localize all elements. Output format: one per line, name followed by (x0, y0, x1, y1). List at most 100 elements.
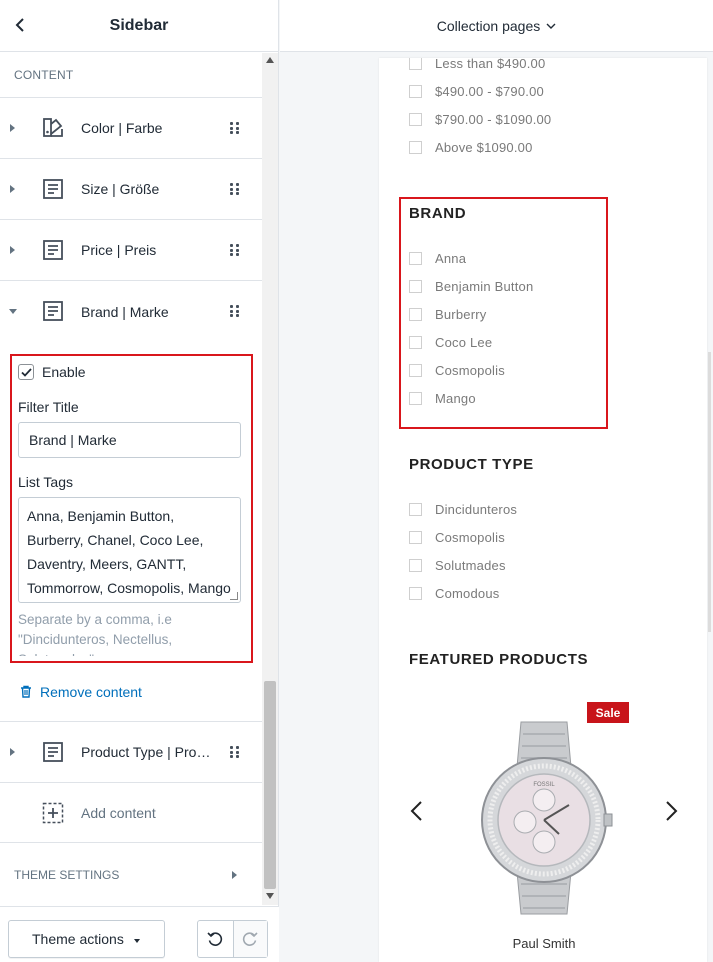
filter-checkbox[interactable] (409, 392, 422, 405)
theme-editor: Sidebar CONTENT Color | Farbe Size | Grö… (0, 0, 713, 962)
carousel-prev-arrow-icon[interactable] (409, 800, 423, 822)
filter-checkbox[interactable] (409, 587, 422, 600)
filter-option-price-3[interactable]: Above $1090.00 (409, 140, 533, 155)
sidebar-panel: Sidebar CONTENT Color | Farbe Size | Grö… (0, 0, 279, 962)
filter-option-type-1[interactable]: Cosmopolis (409, 530, 505, 545)
brand-filter-heading: BRAND (409, 205, 467, 222)
drag-handle-icon[interactable] (230, 122, 240, 134)
filter-option-brand-3[interactable]: Coco Lee (409, 335, 492, 350)
drag-handle-icon[interactable] (230, 746, 240, 758)
filter-option-price-0[interactable]: Less than $490.00 (409, 58, 545, 71)
content-section-label: CONTENT (0, 53, 262, 98)
filter-checkbox[interactable] (409, 141, 422, 154)
drag-handle-icon[interactable] (230, 183, 240, 195)
add-content-button[interactable]: Add content (0, 783, 262, 843)
drag-handle-icon[interactable] (230, 244, 240, 256)
filter-option-type-0[interactable]: Dincidunteros (409, 502, 517, 517)
back-button[interactable] (8, 12, 32, 38)
watch-dial-text: FOSSIL (533, 782, 555, 788)
undo-redo-group (197, 920, 268, 958)
filter-option-type-2[interactable]: Solutmades (409, 558, 506, 573)
featured-products-heading: FEATURED PRODUCTS (409, 651, 589, 668)
filter-checkbox[interactable] (409, 308, 422, 321)
scroll-up-arrow-icon[interactable] (266, 57, 274, 63)
filter-option-price-2[interactable]: $790.00 - $1090.00 (409, 112, 551, 127)
list-tags-help-text: Separate by a comma, i.e "Dincidunteros,… (18, 612, 173, 656)
sidebar-header: Sidebar (0, 0, 278, 52)
filter-checkbox[interactable] (409, 531, 422, 544)
list-tags-textarea[interactable]: Anna, Benjamin Button, Burberry, Chanel,… (18, 497, 241, 603)
sidebar-title: Sidebar (109, 16, 169, 34)
enable-checkbox-row[interactable]: Enable (18, 364, 86, 380)
product-type-filter-heading: PRODUCT TYPE (409, 456, 534, 473)
enable-checkbox[interactable] (18, 364, 34, 380)
filter-option-brand-2[interactable]: Burberry (409, 307, 486, 322)
page-selector[interactable]: Collection pages (280, 0, 713, 52)
undo-button[interactable] (198, 921, 233, 957)
caret-right-icon (10, 124, 15, 132)
filter-option-type-3[interactable]: Comodous (409, 586, 499, 601)
filter-checkbox[interactable] (409, 58, 422, 70)
sidebar-scroll-area: CONTENT Color | Farbe Size | Größe Price… (0, 53, 262, 905)
palette-icon (43, 118, 63, 137)
filter-checkbox[interactable] (409, 280, 422, 293)
content-item-color[interactable]: Color | Farbe (0, 98, 262, 159)
sidebar-footer: Theme actions (0, 906, 279, 962)
add-section-icon (42, 802, 64, 824)
text-block-icon (43, 179, 63, 199)
drag-handle-icon[interactable] (230, 305, 240, 317)
resize-handle-icon[interactable] (230, 592, 238, 600)
filter-title-label: Filter Title (18, 399, 79, 415)
filter-option-brand-1[interactable]: Benjamin Button (409, 279, 533, 294)
preview-scrollbar[interactable] (708, 352, 711, 632)
filter-checkbox[interactable] (409, 252, 422, 265)
filter-checkbox[interactable] (409, 336, 422, 349)
theme-actions-label: Theme actions (32, 931, 124, 947)
sidebar-scrollbar[interactable] (262, 53, 278, 905)
carousel-next-arrow-icon[interactable] (665, 800, 679, 822)
caret-down-icon (9, 309, 17, 314)
trash-icon (21, 685, 31, 698)
content-item-size[interactable]: Size | Größe (0, 159, 262, 220)
brand-settings-panel: Enable Filter Title List Tags Anna, Benj… (0, 342, 262, 663)
text-block-icon (43, 301, 63, 321)
theme-actions-button[interactable]: Theme actions (8, 920, 165, 958)
chevron-down-icon (546, 23, 556, 29)
filter-option-brand-0[interactable]: Anna (409, 251, 466, 266)
text-block-icon (43, 240, 63, 260)
scrollbar-thumb[interactable] (264, 681, 276, 889)
caret-right-icon (232, 871, 237, 879)
content-item-brand[interactable]: Brand | Marke (0, 281, 262, 342)
product-image[interactable]: FOSSIL (459, 702, 629, 920)
theme-settings-section[interactable]: THEME SETTINGS (0, 843, 262, 905)
chevron-left-icon (15, 18, 24, 32)
filter-checkbox[interactable] (409, 364, 422, 377)
filter-option-brand-5[interactable]: Mango (409, 391, 476, 406)
filter-checkbox[interactable] (409, 559, 422, 572)
filter-title-input[interactable] (18, 422, 241, 458)
filter-option-price-1[interactable]: $490.00 - $790.00 (409, 84, 544, 99)
content-item-label: Price | Preis (81, 242, 157, 258)
add-content-label: Add content (81, 804, 156, 821)
caret-right-icon (10, 246, 15, 254)
redo-button[interactable] (232, 921, 267, 957)
filter-option-brand-4[interactable]: Cosmopolis (409, 363, 505, 378)
scroll-down-arrow-icon[interactable] (266, 893, 274, 899)
list-tags-value: Anna, Benjamin Button, Burberry, Chanel,… (27, 508, 231, 596)
theme-settings-label: THEME SETTINGS (14, 868, 120, 882)
undo-icon (207, 932, 223, 946)
content-item-price[interactable]: Price | Preis (0, 220, 262, 281)
content-item-label: Brand | Marke (81, 303, 169, 320)
filter-checkbox[interactable] (409, 85, 422, 98)
filter-checkbox[interactable] (409, 113, 422, 126)
caret-right-icon (10, 748, 15, 756)
enable-label: Enable (42, 364, 86, 380)
list-tags-label: List Tags (18, 474, 73, 490)
watch-image: FOSSIL (459, 702, 629, 920)
content-item-product-type[interactable]: Product Type | Product Type (0, 722, 262, 783)
product-name[interactable]: Paul Smith (459, 936, 629, 951)
filter-checkbox[interactable] (409, 503, 422, 516)
storefront-preview: Less than $490.00 $490.00 - $790.00 $790… (379, 58, 707, 962)
remove-content-button[interactable]: Remove content (0, 662, 262, 722)
content-item-label: Size | Größe (81, 181, 160, 197)
